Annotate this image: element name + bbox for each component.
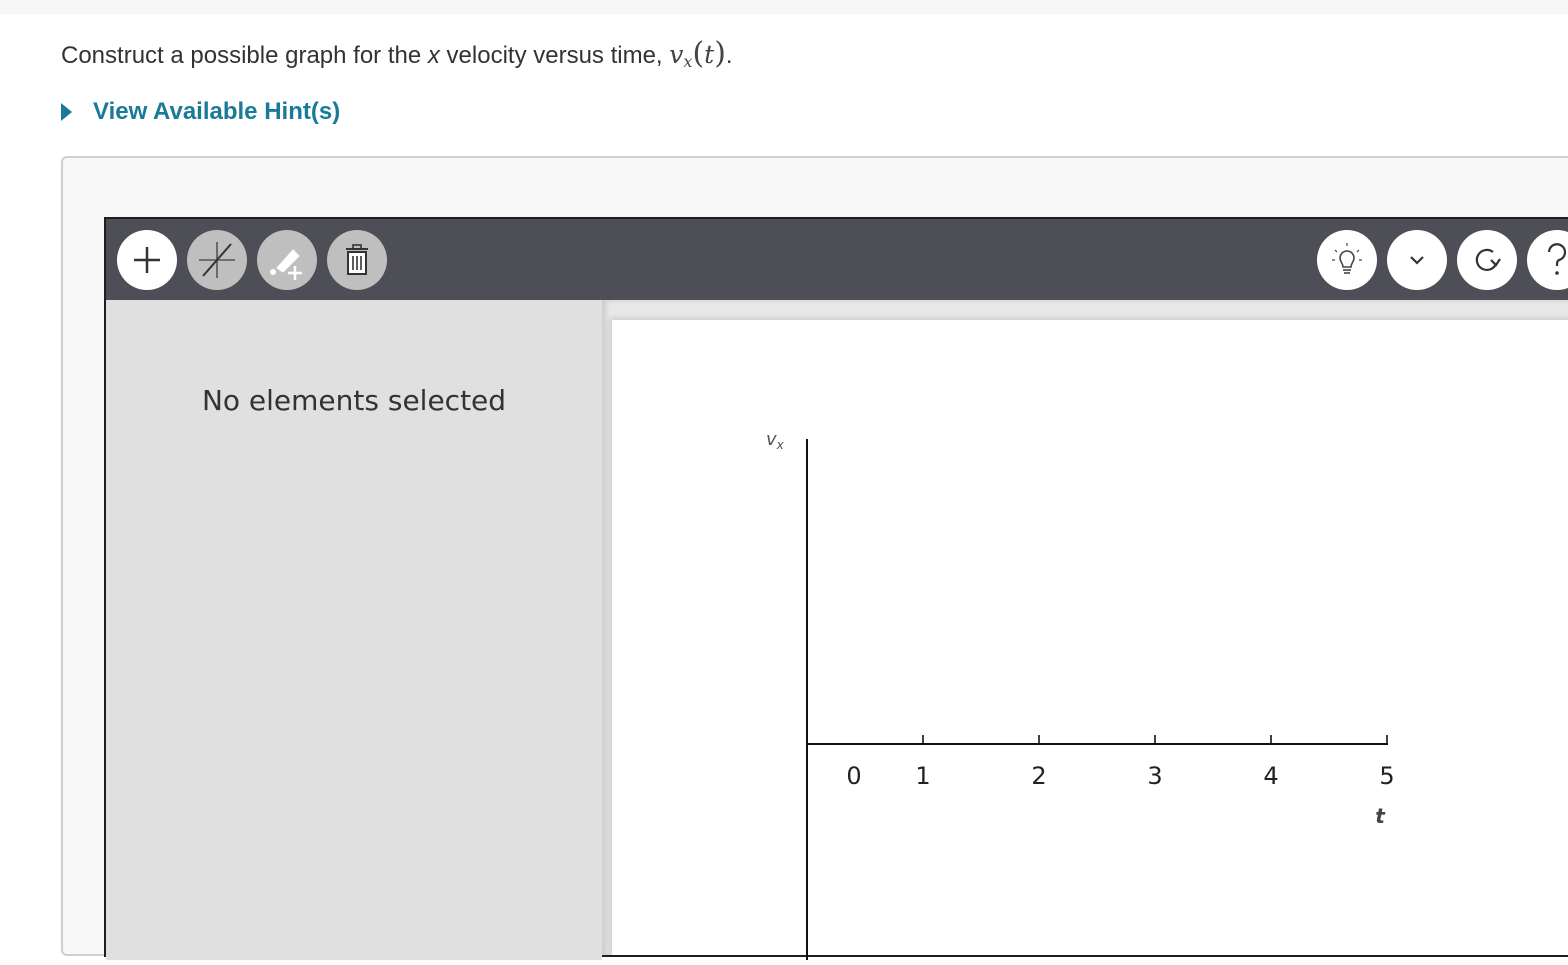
no-selection-message: No elements selected: [201, 384, 507, 417]
hint-tool-button[interactable]: [1317, 230, 1377, 290]
math-open-paren: (: [692, 36, 705, 71]
pencil-add-icon: [270, 249, 302, 280]
hint-label: View Available Hint(s): [93, 98, 341, 125]
line-cross-icon: [199, 242, 235, 278]
graph-area[interactable]: vx 0 1 2 3 4 5 t: [612, 320, 1568, 960]
chevron-down-icon: [1410, 256, 1424, 265]
top-strip: [0, 0, 1568, 14]
properties-panel: No elements selected: [106, 300, 602, 960]
x-tick-label: 5: [1379, 762, 1394, 790]
add-icon: [134, 247, 160, 273]
x-axis-label: t: [1375, 804, 1386, 828]
math-t: t: [704, 40, 715, 69]
graph-canvas[interactable]: vx 0 1 2 3 4 5 t: [612, 320, 1568, 960]
pencil-add-button[interactable]: [257, 230, 317, 290]
redo-icon: [1475, 248, 1501, 271]
lightbulb-icon: [1332, 243, 1362, 274]
dropdown-button[interactable]: [1387, 230, 1447, 290]
question-text-before: Construct a possible graph for the: [61, 42, 428, 69]
x-tick-label: 0: [846, 762, 861, 790]
help-icon: [1547, 243, 1567, 275]
x-tick-label: 4: [1263, 762, 1278, 790]
question-prompt: Construct a possible graph for the x vel…: [61, 36, 733, 71]
delete-button[interactable]: [327, 230, 387, 290]
toolbar: [106, 219, 1568, 300]
view-hints-link[interactable]: View Available Hint(s): [61, 98, 340, 126]
x-tick-label: 2: [1031, 762, 1046, 790]
add-button[interactable]: [117, 230, 177, 290]
expand-triangle-icon: [61, 103, 72, 121]
math-close-paren: ): [714, 36, 726, 71]
math-v: v: [669, 40, 684, 69]
y-axis-label: vx: [766, 429, 785, 452]
redo-button[interactable]: [1457, 230, 1517, 290]
graphing-tool: No elements selected vx 0 1 2 3 4 5 t: [104, 217, 1568, 960]
question-variable: x: [427, 42, 440, 69]
x-tick-label: 3: [1147, 762, 1162, 790]
draw-line-button[interactable]: [187, 230, 247, 290]
question-text-end: .: [725, 42, 733, 69]
x-tick-label: 1: [915, 762, 930, 790]
help-button[interactable]: [1527, 230, 1568, 290]
trash-icon: [346, 244, 368, 275]
question-math: vx(t): [669, 36, 726, 71]
question-text-after: velocity versus time,: [439, 42, 670, 69]
